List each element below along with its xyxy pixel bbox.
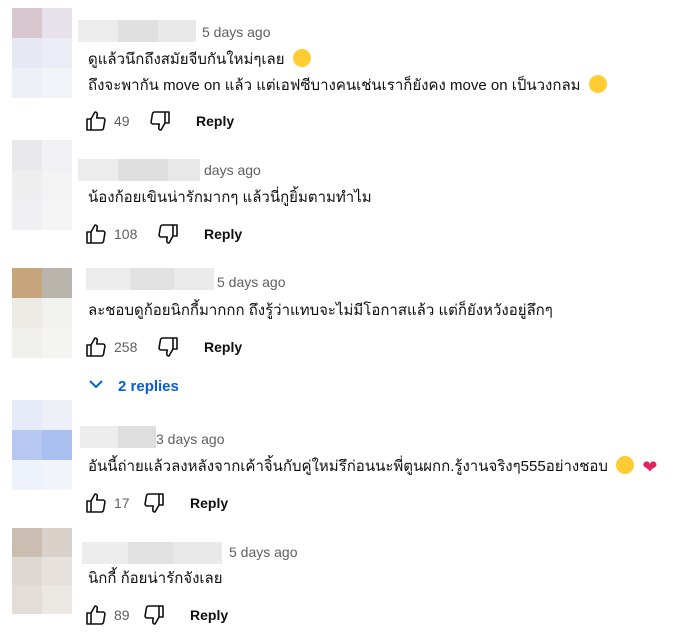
heart-icon: ❤ bbox=[642, 457, 658, 477]
avatar[interactable] bbox=[12, 528, 72, 614]
replies-label: 2 replies bbox=[118, 377, 179, 395]
comment-text-line: อันนี้ถ่ายแล้วลงหลังจากเค้าจิ้นกับคู่ใหม… bbox=[88, 454, 657, 480]
author-name-redacted[interactable] bbox=[86, 268, 214, 290]
avatar[interactable] bbox=[12, 268, 72, 358]
timestamp[interactable]: 5 days ago bbox=[202, 24, 271, 40]
reply-button[interactable]: Reply bbox=[190, 495, 228, 511]
comment-2: days ago น้องก้อยเขินน่ารักมากๆ แล้วนี่ก… bbox=[0, 140, 700, 260]
comment-text-line: นิกกี้ ก้อยน่ารักจังเลย bbox=[88, 570, 223, 587]
thumb-down-icon[interactable] bbox=[140, 489, 168, 517]
thumb-down-icon[interactable] bbox=[140, 601, 168, 629]
like-count: 89 bbox=[114, 607, 130, 623]
reply-button[interactable]: Reply bbox=[204, 226, 242, 242]
timestamp[interactable]: 5 days ago bbox=[229, 544, 298, 560]
author-name-redacted[interactable] bbox=[78, 159, 200, 181]
thumb-up-icon[interactable] bbox=[82, 220, 110, 248]
thumb-down-icon[interactable] bbox=[154, 220, 182, 248]
comment-actions: 89 Reply bbox=[82, 601, 228, 629]
timestamp[interactable]: 5 days ago bbox=[217, 274, 286, 290]
thumb-up-icon[interactable] bbox=[82, 107, 110, 135]
comment-1: 5 days ago ดูแล้วนึกถึงสมัยจีบกันใหม่ๆเล… bbox=[0, 0, 700, 140]
author-name-redacted[interactable] bbox=[78, 20, 196, 42]
like-count: 108 bbox=[114, 226, 138, 242]
laughing-emoji-icon bbox=[292, 49, 311, 67]
comment-text-line: ละชอบดูก้อยนิกกี้มากกก ถึงรู้ว่าแทบจะไม่… bbox=[88, 302, 553, 319]
avatar[interactable] bbox=[12, 140, 72, 230]
comment-actions: 108 Reply bbox=[82, 220, 242, 248]
like-count: 258 bbox=[114, 339, 138, 355]
comment-3: 5 days ago ละชอบดูก้อยนิกกี้มากกก ถึงรู้… bbox=[0, 268, 700, 368]
like-count: 17 bbox=[114, 495, 130, 511]
smile-emoji-icon bbox=[616, 456, 635, 474]
like-count: 49 bbox=[114, 113, 130, 129]
comment-actions: 49 Reply bbox=[82, 107, 234, 135]
reply-button[interactable]: Reply bbox=[190, 607, 228, 623]
comment-text-line: ถึงจะพากัน move on แล้ว แต่เอฟซีบางคนเช่… bbox=[88, 73, 607, 99]
comment-actions: 17 Reply bbox=[82, 489, 228, 517]
avatar[interactable] bbox=[12, 400, 72, 490]
avatar-block bbox=[12, 8, 42, 38]
comment-4: 3 days ago อันนี้ถ่ายแล้วลงหลังจากเค้าจิ… bbox=[0, 400, 700, 525]
comment-text-line: น้องก้อยเขินน่ารักมากๆ แล้วนี่กูยิ้มตามท… bbox=[88, 189, 372, 206]
comment-5: 5 days ago นิกกี้ ก้อยน่ารักจังเลย 89 Re… bbox=[0, 528, 700, 637]
thumb-down-icon[interactable] bbox=[146, 107, 174, 135]
thumb-up-icon[interactable] bbox=[82, 489, 110, 517]
sweat-smile-emoji-icon bbox=[588, 75, 607, 93]
reply-button[interactable]: Reply bbox=[196, 113, 234, 129]
avatar[interactable] bbox=[12, 8, 72, 98]
view-replies-button[interactable]: 2 replies bbox=[88, 376, 179, 396]
thumb-down-icon[interactable] bbox=[154, 333, 182, 361]
author-name-redacted[interactable] bbox=[82, 542, 222, 564]
comment-text-line: ดูแล้วนึกถึงสมัยจีบกันใหม่ๆเลย bbox=[88, 47, 311, 73]
thumb-up-icon[interactable] bbox=[82, 601, 110, 629]
author-name-redacted[interactable] bbox=[80, 426, 156, 448]
reply-button[interactable]: Reply bbox=[204, 339, 242, 355]
thumb-up-icon[interactable] bbox=[82, 333, 110, 361]
chevron-down-icon bbox=[88, 376, 104, 396]
comment-actions: 258 Reply bbox=[82, 333, 242, 361]
timestamp[interactable]: days ago bbox=[204, 162, 261, 178]
timestamp[interactable]: 3 days ago bbox=[156, 431, 225, 447]
